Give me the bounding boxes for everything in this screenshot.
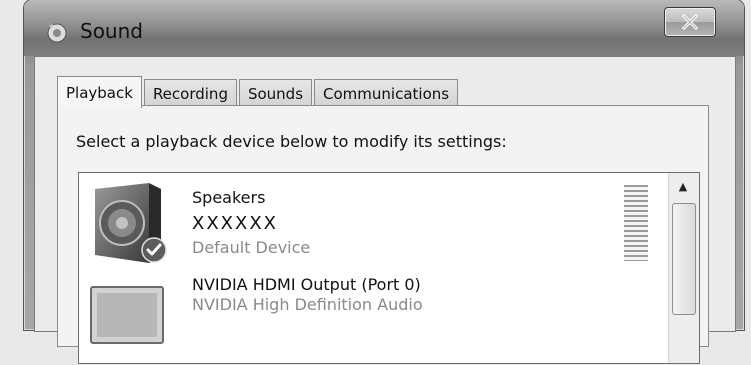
close-button[interactable]: [664, 7, 716, 37]
scroll-thumb[interactable]: [672, 203, 696, 315]
scroll-up-arrow-icon[interactable]: ▲: [671, 175, 695, 197]
tab-sounds[interactable]: Sounds: [238, 79, 313, 108]
device-name: Speakers: [192, 188, 266, 207]
close-icon: [682, 14, 698, 30]
device-description: XXXXXX: [192, 213, 278, 234]
tab-strip: Playback Recording Sounds Communications: [57, 76, 460, 108]
monitor-device-icon: [87, 277, 169, 351]
playback-instruction: Select a playback device below to modify…: [76, 132, 507, 151]
title-bar[interactable]: Sound: [24, 0, 744, 56]
tab-communications[interactable]: Communications: [314, 79, 459, 108]
sound-dialog-window: Sound Playback Recording Sounds Communic…: [24, 0, 744, 364]
device-status: Default Device: [192, 238, 311, 257]
dialog-body: Playback Recording Sounds Communications…: [34, 56, 736, 364]
device-name: NVIDIA HDMI Output (Port 0): [192, 275, 421, 294]
speaker-icon: [46, 22, 68, 44]
volume-level-meter: [624, 185, 648, 261]
default-check-icon: [141, 237, 167, 263]
tab-recording[interactable]: Recording: [143, 79, 237, 108]
device-description: NVIDIA High Definition Audio: [192, 295, 423, 314]
playback-panel: Select a playback device below to modify…: [57, 105, 709, 364]
device-nvidia-hdmi[interactable]: NVIDIA HDMI Output (Port 0) NVIDIA High …: [79, 269, 659, 365]
device-list-scrollbar[interactable]: ▲: [668, 173, 699, 363]
device-speakers[interactable]: Speakers XXXXXX Default Device: [79, 173, 659, 269]
tab-playback[interactable]: Playback: [57, 76, 142, 108]
playback-device-list[interactable]: Speakers XXXXXX Default Device NVIDIA HD…: [78, 172, 700, 364]
window-title: Sound: [80, 19, 143, 43]
